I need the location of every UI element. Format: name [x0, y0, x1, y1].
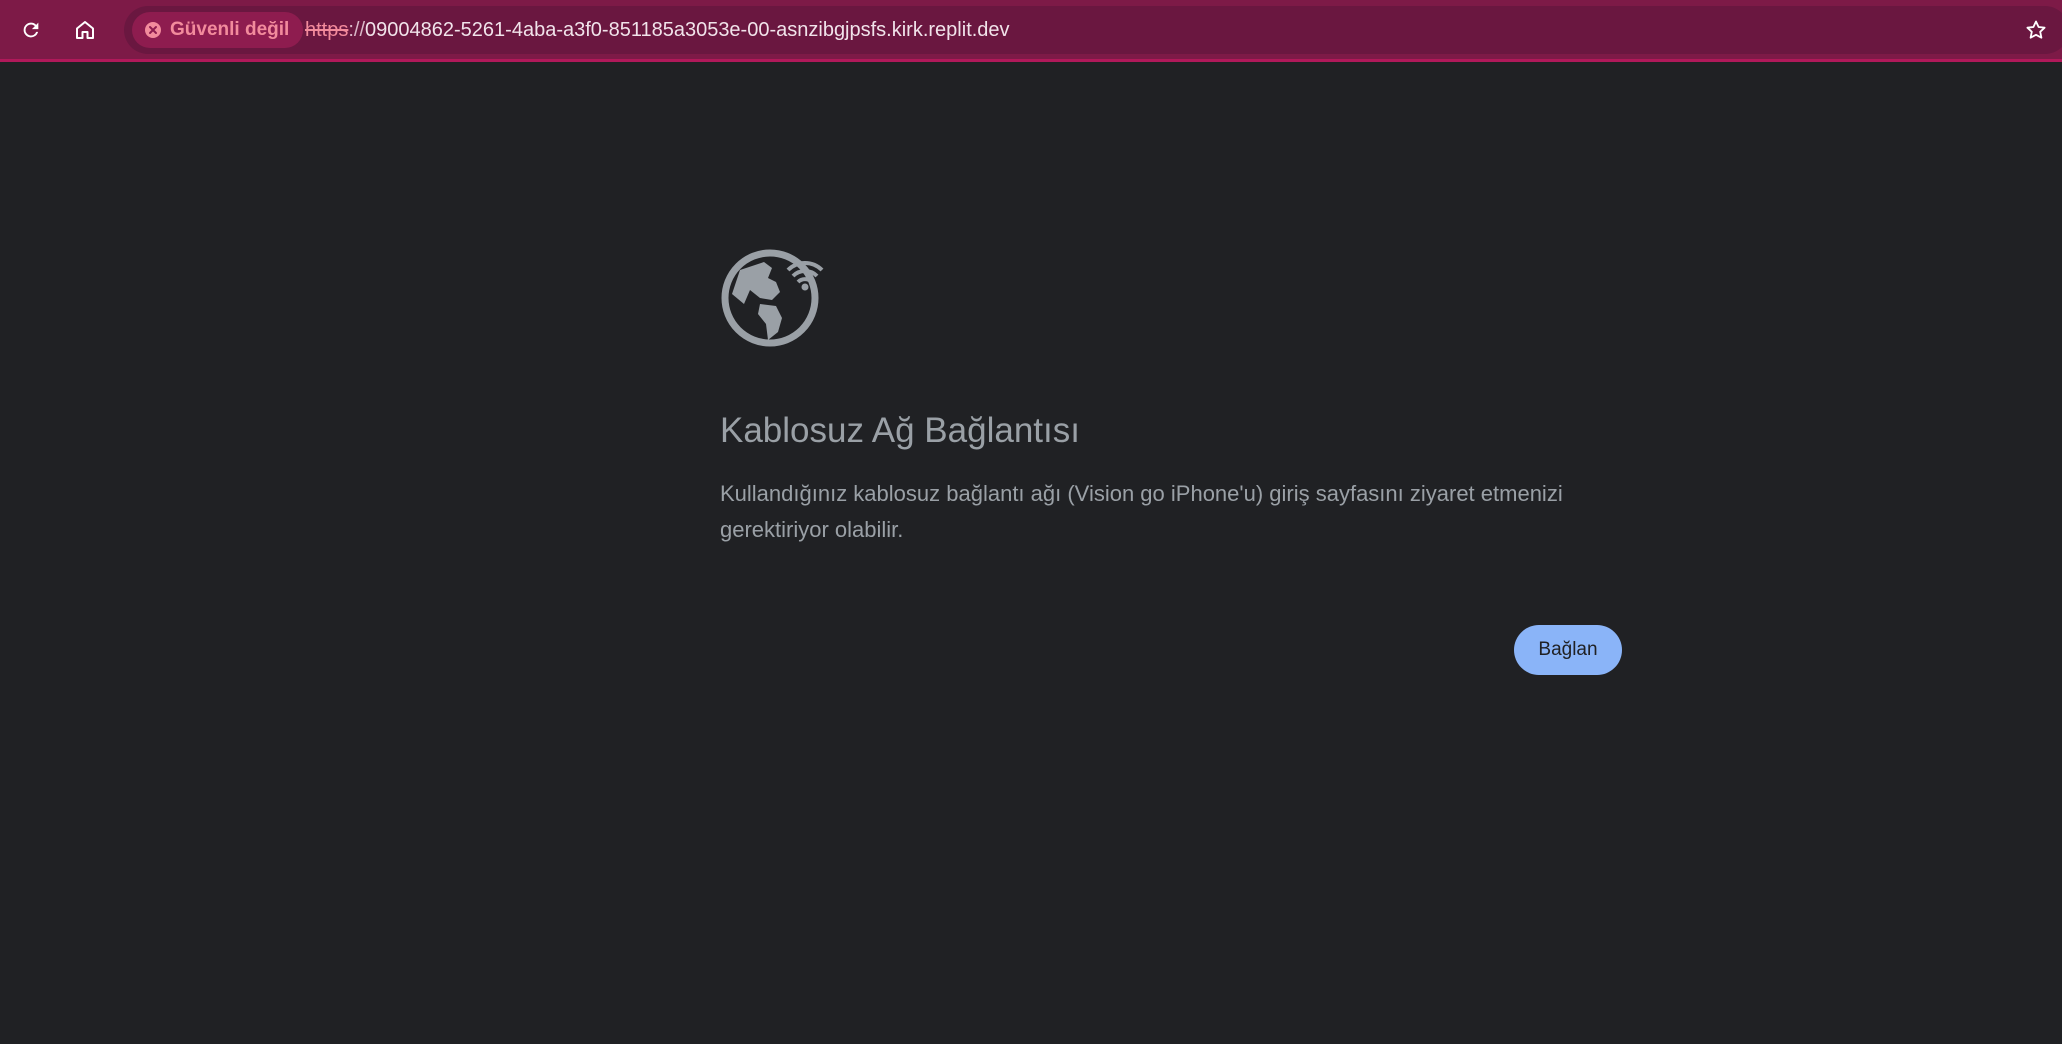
captive-portal-panel: Kablosuz Ağ Bağlantısı Kullandığınız kab… [720, 248, 1620, 548]
home-icon [76, 21, 94, 39]
not-secure-icon [145, 22, 161, 38]
browser-toolbar: Güvenli değil https://09004862-5261-4aba… [0, 0, 2062, 62]
address-bar[interactable]: Güvenli değil https://09004862-5261-4aba… [124, 6, 2062, 54]
bookmark-button[interactable] [2024, 9, 2062, 51]
url-text[interactable]: https://09004862-5261-4aba-a3f0-851185a3… [305, 6, 1010, 54]
reload-button[interactable] [10, 9, 52, 51]
url-host: 09004862-5261-4aba-a3f0-851185a3053e-00-… [365, 19, 1010, 41]
url-separator: :// [348, 19, 366, 41]
security-indicator[interactable]: Güvenli değil [132, 12, 304, 48]
page-title: Kablosuz Ağ Bağlantısı [720, 411, 1080, 450]
reload-icon [23, 22, 39, 38]
home-button[interactable] [64, 9, 106, 51]
wifi-globe-icon [721, 249, 824, 347]
url-scheme: https [305, 19, 349, 41]
star-icon [2026, 20, 2046, 39]
security-label: Güvenli değil [170, 19, 290, 40]
connect-button[interactable]: Bağlan [1514, 625, 1622, 675]
page-message: Kullandığınız kablosuz bağlantı ağı (Vis… [720, 481, 1563, 542]
